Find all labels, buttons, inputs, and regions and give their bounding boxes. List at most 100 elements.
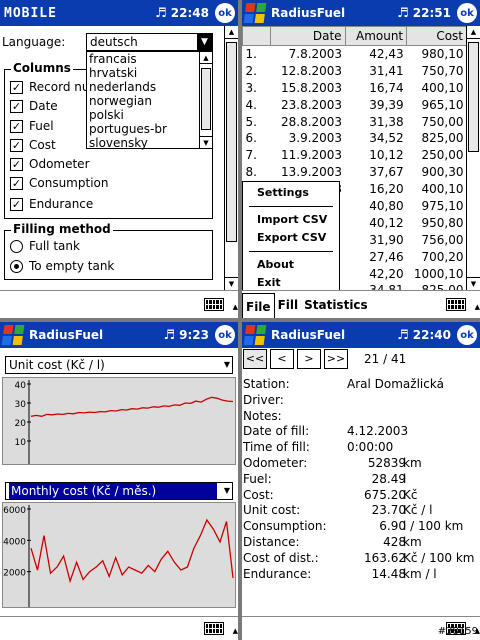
menu-item-export-csv[interactable]: Export CSV [243, 229, 339, 247]
column-header-amount[interactable]: Amount [344, 26, 408, 46]
column-checkbox-consumption[interactable]: ✓ Consumption [10, 176, 108, 190]
field-unit: Kč / 100 km [403, 550, 475, 565]
menu-item-settings[interactable]: Settings [243, 184, 339, 202]
field-label: Fuel: [243, 471, 272, 486]
windows-start-icon[interactable] [243, 325, 267, 345]
clock[interactable]: 22:51 [413, 6, 451, 20]
scroll-thumb[interactable] [201, 68, 211, 130]
radio-empty-tank[interactable]: To empty tank [10, 259, 114, 273]
file-menu[interactable]: Settings Import CSV Export CSV About Exi… [242, 181, 340, 291]
table-row[interactable]: 7. 11.9.2003 10,12 250,00 [243, 147, 467, 164]
keyboard-icon[interactable] [446, 298, 466, 311]
scroll-thumb[interactable] [226, 42, 237, 242]
column-header-number[interactable] [242, 26, 271, 46]
chart1-type-select[interactable]: Unit cost (Kč / l) ▼ [5, 356, 233, 374]
checkbox-check-icon[interactable]: ✓ [10, 99, 23, 113]
clock[interactable]: 9:23 [179, 328, 209, 342]
cell-cost: 750,70 [421, 63, 464, 78]
scroll-up-icon[interactable]: ▲ [225, 26, 238, 39]
chevron-down-icon[interactable]: ▼ [197, 34, 212, 50]
language-option[interactable]: portugues-br [87, 122, 212, 136]
table-row[interactable]: 6. 3.9.2003 34,52 825,00 [243, 130, 467, 147]
menu-statistics[interactable]: Statistics [301, 298, 371, 312]
chart2-type-select[interactable]: Monthly cost (Kč / měs.) ▼ [5, 482, 233, 500]
keyboard-icon[interactable] [204, 622, 224, 635]
table-row[interactable]: 1. 7.8.2003 42,43 980,10 [243, 46, 467, 63]
language-option[interactable]: nederlands [87, 80, 212, 94]
radio-icon[interactable] [10, 239, 23, 253]
column-checkbox-date[interactable]: ✓ Date [10, 99, 58, 113]
windows-start-icon[interactable] [243, 3, 267, 23]
language-option[interactable]: norwegian [87, 94, 212, 108]
language-option[interactable]: hrvatski [87, 66, 212, 80]
radio-full-tank[interactable]: Full tank [10, 239, 80, 253]
column-checkbox-odometer[interactable]: ✓ Odometer [10, 157, 90, 171]
language-option[interactable]: polski [87, 108, 212, 122]
cell-date: 28.8.2003 [280, 114, 343, 129]
checkbox-check-icon[interactable]: ✓ [10, 176, 23, 190]
scroll-up-icon[interactable]: ▲ [467, 26, 480, 39]
column-checkbox-cost[interactable]: ✓ Cost [10, 138, 56, 152]
chevron-down-icon[interactable]: ▼ [224, 483, 230, 499]
field-label: Distance: [243, 535, 300, 549]
table-row[interactable]: 5. 28.8.2003 31,38 750,00 [243, 113, 467, 130]
table-row[interactable]: 3. 15.8.2003 16,74 400,10 [243, 79, 467, 96]
chevron-down-icon[interactable]: ▼ [224, 357, 230, 373]
scroll-down-icon[interactable]: ▼ [200, 136, 212, 148]
menu-item-import-csv[interactable]: Import CSV [243, 211, 339, 229]
checkbox-check-icon[interactable]: ✓ [10, 138, 23, 152]
dropdown-scrollbar[interactable]: ▲ ▼ [199, 52, 212, 148]
checkbox-check-icon[interactable]: ✓ [10, 80, 23, 94]
record-navigation: << < > >> [243, 349, 348, 369]
windows-start-icon[interactable] [1, 325, 25, 345]
checkbox-check-icon[interactable]: ✓ [10, 157, 23, 171]
field-value: 52839 [367, 456, 406, 470]
cell-number: 4. [245, 97, 257, 112]
column-header-cost[interactable]: Cost [406, 26, 467, 46]
first-record-button[interactable]: << [243, 349, 267, 369]
table-row[interactable]: 8. 13.9.2003 37,67 900,30 [243, 164, 467, 181]
checkbox-check-icon[interactable]: ✓ [10, 119, 23, 133]
page-scrollbar[interactable]: ▲ ▼ [224, 26, 238, 290]
keyboard-menu-arrow-icon[interactable]: ▲ [475, 303, 480, 311]
cell-cost: 950,80 [421, 215, 464, 230]
next-record-button[interactable]: > [297, 349, 321, 369]
column-checkbox-endurance[interactable]: ✓ Endurance [10, 197, 93, 211]
cell-amount: 31,41 [369, 63, 404, 78]
keyboard-menu-arrow-icon[interactable]: ▲ [233, 627, 238, 635]
clock[interactable]: 22:40 [413, 328, 451, 342]
speaker-icon[interactable]: ♬ [155, 6, 167, 21]
scroll-down-icon[interactable]: ▼ [467, 277, 480, 290]
ok-button[interactable]: ok [457, 3, 477, 23]
table-scrollbar[interactable]: ▲ ▼ [466, 26, 480, 290]
keyboard-icon[interactable] [204, 298, 224, 311]
previous-record-button[interactable]: < [270, 349, 294, 369]
scroll-thumb[interactable] [468, 42, 479, 152]
last-record-button[interactable]: >> [324, 349, 348, 369]
speaker-icon[interactable]: ♬ [397, 328, 409, 343]
ok-button[interactable]: ok [215, 325, 235, 345]
radio-selected-icon[interactable] [10, 259, 23, 273]
checkbox-check-icon[interactable]: ✓ [10, 197, 23, 211]
column-header-date[interactable]: Date [269, 26, 346, 46]
cell-amount: 16,74 [369, 80, 404, 95]
language-dropdown-list[interactable]: francais hrvatski nederlands norwegian p… [86, 51, 213, 150]
speaker-icon[interactable]: ♬ [163, 328, 175, 343]
menu-file[interactable]: File [242, 292, 275, 318]
field-label: Endurance: [243, 566, 312, 581]
clock[interactable]: 22:48 [171, 6, 209, 20]
language-option[interactable]: slovensky [87, 136, 212, 150]
ok-button[interactable]: ok [457, 325, 477, 345]
table-row[interactable]: 2. 12.8.2003 31,41 750,70 [243, 62, 467, 79]
scroll-down-icon[interactable]: ▼ [225, 277, 238, 290]
table-row[interactable]: 4. 23.8.2003 39,39 965,10 [243, 96, 467, 113]
column-checkbox-fuel[interactable]: ✓ Fuel [10, 119, 54, 133]
menu-item-about[interactable]: About [243, 256, 339, 274]
scroll-up-icon[interactable]: ▲ [200, 52, 212, 64]
keyboard-menu-arrow-icon[interactable]: ▲ [233, 303, 238, 311]
ok-button[interactable]: ok [215, 3, 235, 23]
language-option[interactable]: francais [87, 52, 212, 66]
speaker-icon[interactable]: ♬ [397, 6, 409, 21]
language-dropdown[interactable]: deutsch ▼ [86, 33, 213, 51]
menu-fill[interactable]: Fill [275, 298, 302, 312]
